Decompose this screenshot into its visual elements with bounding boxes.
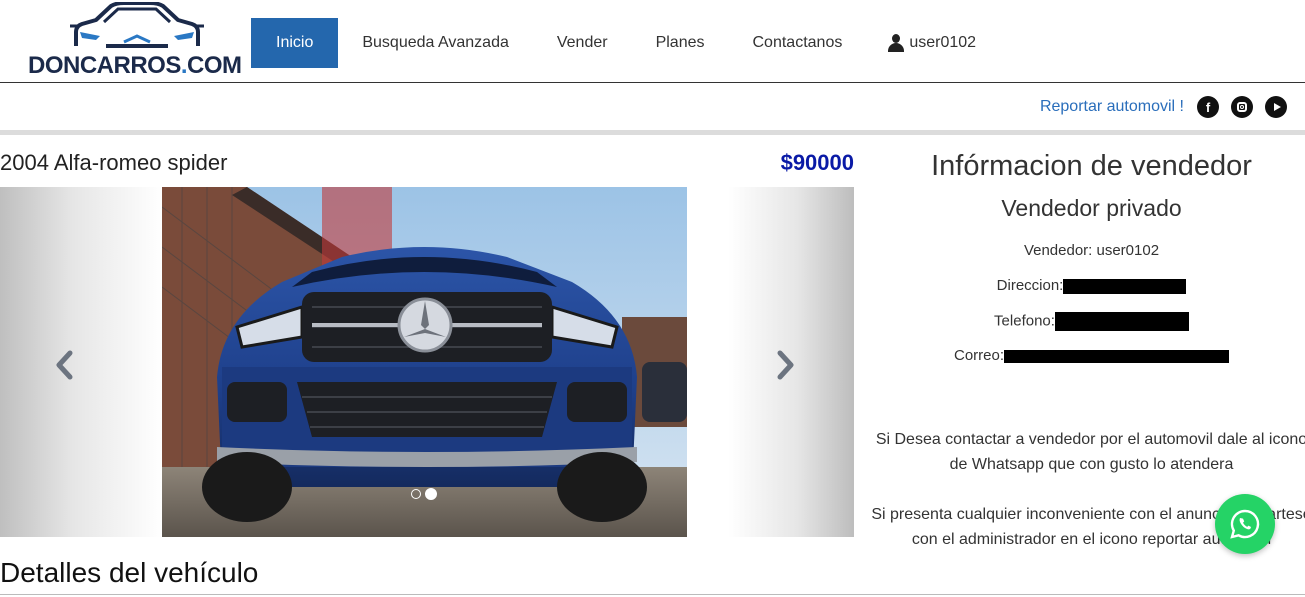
seller-phone: Telefono: xyxy=(870,312,1305,331)
nav-item-busqueda-avanzada[interactable]: Busqueda Avanzada xyxy=(338,18,533,68)
nav-item-planes[interactable]: Planes xyxy=(632,18,729,68)
redacted-phone xyxy=(1054,312,1189,331)
main-nav: Inicio Busqueda Avanzada Vender Planes C… xyxy=(251,18,1000,68)
carousel-prev-icon[interactable] xyxy=(50,347,78,383)
site-logo[interactable]: DONCARROS.COM xyxy=(26,2,242,79)
seller-title: Infórmacion de vendedor xyxy=(931,150,1252,182)
redacted-email xyxy=(1004,349,1230,363)
whatsapp-icon xyxy=(1230,509,1260,539)
user-icon xyxy=(888,34,905,52)
seller-email: Correo: xyxy=(870,347,1305,364)
listing-price: $90000 xyxy=(780,150,854,175)
carousel-indicators xyxy=(411,488,437,500)
contact-instructions: Si Desea contactar a vendedor por el aut… xyxy=(875,431,1305,473)
address-label: Direccion: xyxy=(996,277,1064,294)
report-vehicle-link[interactable]: Reportar automovil ! xyxy=(1040,98,1184,116)
phone-label: Telefono: xyxy=(994,312,1055,330)
seller-type: Vendedor privado xyxy=(1001,195,1182,221)
nav-item-vender[interactable]: Vender xyxy=(533,18,632,68)
email-label: Correo: xyxy=(953,347,1005,364)
nav-item-user[interactable]: user0102 xyxy=(866,18,1000,68)
nav-item-contactanos[interactable]: Contactanos xyxy=(729,18,867,68)
seller-vendor: Vendedor: user0102 xyxy=(1023,242,1160,259)
carousel-indicator-2[interactable] xyxy=(425,488,437,500)
footer-divider xyxy=(0,594,1305,595)
listing-title: 2004 Alfa-romeo spider xyxy=(0,150,228,175)
instagram-icon[interactable] xyxy=(1231,96,1253,118)
carousel-prev-area[interactable] xyxy=(0,187,162,537)
photo-carousel[interactable] xyxy=(0,187,854,537)
vehicle-details-heading: Detalles del vehículo xyxy=(0,557,259,588)
whatsapp-button[interactable] xyxy=(1215,494,1275,554)
youtube-icon[interactable] xyxy=(1265,96,1287,118)
car-logo-icon xyxy=(70,2,204,48)
seller-address: Direccion: xyxy=(870,277,1305,294)
nav-item-inicio[interactable]: Inicio xyxy=(251,18,339,68)
user-name: user0102 xyxy=(909,34,977,51)
car-photo xyxy=(162,187,687,537)
navbar: DONCARROS.COM Inicio Busqueda Avanzada V… xyxy=(0,0,1305,83)
report-bar: Reportar automovil ! f xyxy=(0,83,1305,130)
divider xyxy=(0,130,1305,135)
facebook-icon[interactable]: f xyxy=(1197,96,1219,118)
carousel-indicator-1[interactable] xyxy=(411,489,421,499)
logo-wordmark: DONCARROS.COM xyxy=(28,52,242,79)
carousel-next-icon[interactable] xyxy=(772,347,800,383)
redacted-address xyxy=(1063,278,1187,294)
